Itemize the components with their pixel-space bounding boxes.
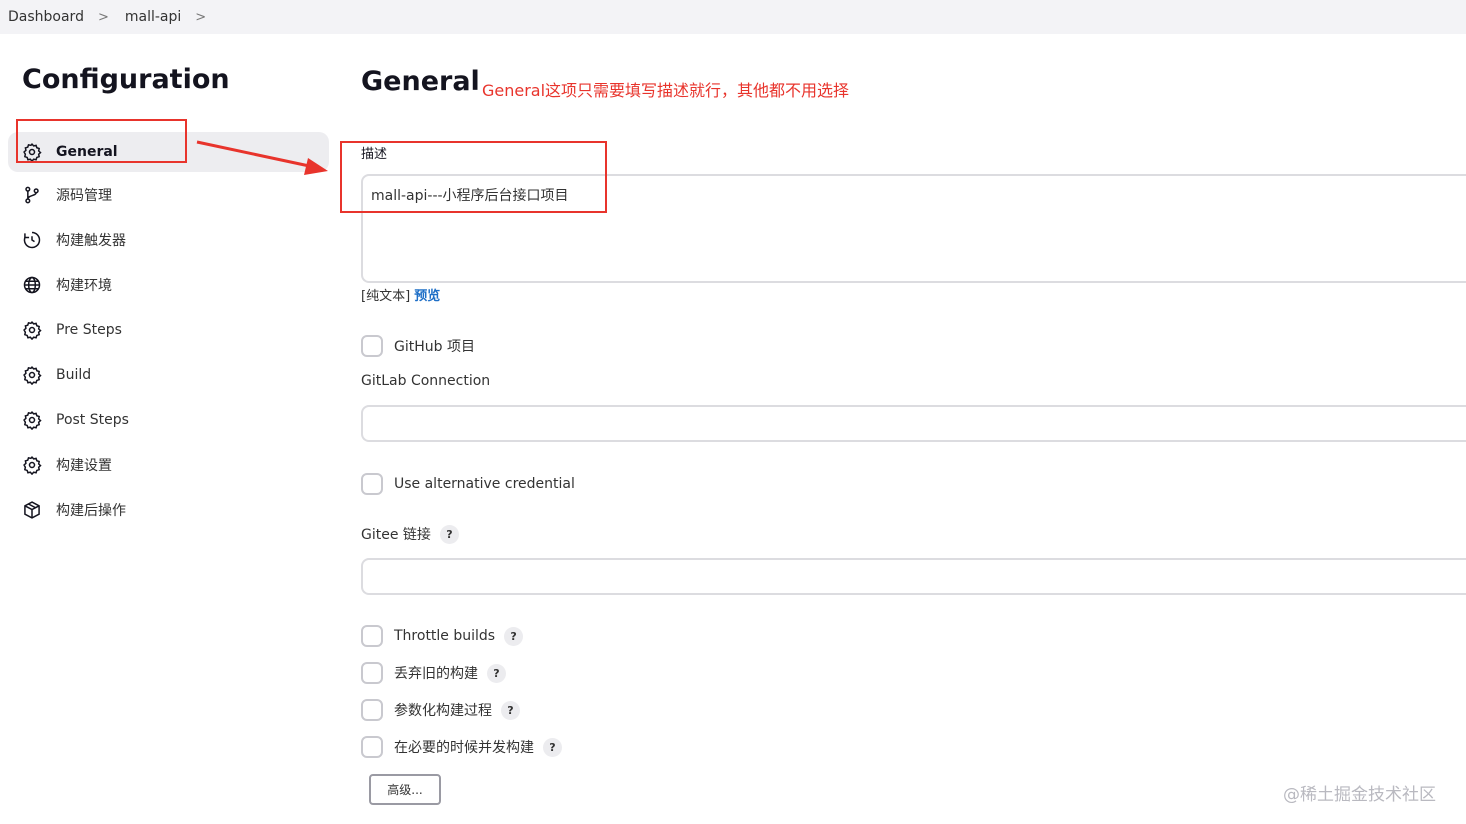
annotation-box-general xyxy=(16,119,187,163)
alt-credential-label[interactable]: Use alternative credential xyxy=(394,476,575,492)
sidebar-item-label: 构建触发器 xyxy=(56,232,126,249)
github-project-label[interactable]: GitHub 项目 xyxy=(394,336,475,356)
discard-old-builds-row: 丢弃旧的构建 ? xyxy=(361,662,506,684)
parameterized-checkbox[interactable] xyxy=(361,699,383,721)
sidebar-item-post-steps[interactable]: Post Steps xyxy=(8,397,329,442)
concurrent-builds-row: 在必要的时候并发构建 ? xyxy=(361,736,562,758)
parameterized-row: 参数化构建过程 ? xyxy=(361,699,520,721)
gitlab-connection-label: GitLab Connection xyxy=(361,373,491,389)
throttle-builds-row: Throttle builds ? xyxy=(361,625,524,647)
gitee-link-label: Gitee 链接 xyxy=(361,527,431,543)
alt-credential-row: Use alternative credential xyxy=(361,473,575,495)
sidebar-title: Configuration xyxy=(22,64,230,95)
help-icon[interactable]: ? xyxy=(487,663,506,683)
section-title-general: General xyxy=(361,66,480,97)
sidebar-item-pre-steps[interactable]: Pre Steps xyxy=(8,307,329,352)
throttle-builds-label[interactable]: Throttle builds xyxy=(394,628,495,644)
annotation-box-description xyxy=(340,141,607,213)
preview-link[interactable]: 预览 xyxy=(414,289,440,304)
sidebar-item-build-settings[interactable]: 构建设置 xyxy=(8,442,329,487)
clock-icon xyxy=(23,231,41,248)
sidebar-item-label: 构建设置 xyxy=(56,457,112,474)
help-icon[interactable]: ? xyxy=(543,737,562,757)
breadcrumb-mall-api[interactable]: mall-api xyxy=(125,9,195,25)
globe-icon xyxy=(23,276,41,293)
annotation-arrow xyxy=(196,140,328,175)
branch-icon xyxy=(25,186,39,203)
help-icon[interactable]: ? xyxy=(501,700,520,720)
breadcrumb: Dashboard > mall-api > xyxy=(0,0,1466,34)
help-icon[interactable]: ? xyxy=(439,524,459,544)
breadcrumb-dashboard[interactable]: Dashboard xyxy=(8,9,98,25)
concurrent-builds-checkbox[interactable] xyxy=(361,736,383,758)
alt-credential-checkbox[interactable] xyxy=(361,473,383,495)
annotation-note: General这项只需要填写描述就行，其他都不用选择 xyxy=(482,81,850,100)
sidebar-item-label: Build xyxy=(56,366,92,383)
plain-text-label: [纯文本] xyxy=(361,289,411,304)
sidebar-item-build-triggers[interactable]: 构建触发器 xyxy=(8,217,329,262)
concurrent-builds-label[interactable]: 在必要的时候并发构建 xyxy=(394,737,534,757)
gitee-link-input[interactable] xyxy=(361,558,1466,595)
watermark: @稀土掘金技术社区 xyxy=(1283,785,1436,805)
sidebar-nav: General 源码管理 构建触发器 构建环境 Pre Steps Build … xyxy=(8,132,329,532)
chevron-right-icon[interactable]: > xyxy=(98,10,125,25)
sidebar-item-label: 构建后操作 xyxy=(56,502,126,519)
sidebar-item-label: Post Steps xyxy=(56,411,129,428)
gear-icon xyxy=(23,365,42,385)
gear-icon xyxy=(23,410,42,430)
parameterized-label[interactable]: 参数化构建过程 xyxy=(394,700,492,720)
sidebar-item-label: Pre Steps xyxy=(56,321,122,338)
gitee-link-row: Gitee 链接 ? xyxy=(361,524,459,544)
gitlab-connection-input[interactable] xyxy=(361,405,1466,442)
throttle-builds-checkbox[interactable] xyxy=(361,625,383,647)
sidebar-item-label: 构建环境 xyxy=(56,277,112,294)
discard-old-builds-checkbox[interactable] xyxy=(361,662,383,684)
github-project-checkbox[interactable] xyxy=(361,335,383,357)
sidebar-item-label: 源码管理 xyxy=(56,187,112,204)
gear-icon xyxy=(23,320,42,340)
github-project-row: GitHub 项目 xyxy=(361,335,475,357)
advanced-button[interactable]: 高级... xyxy=(369,774,441,805)
sidebar-item-build[interactable]: Build xyxy=(8,352,329,397)
package-icon xyxy=(24,500,40,519)
description-format-row: [纯文本] 预览 xyxy=(361,285,440,304)
gear-icon xyxy=(23,455,42,475)
discard-old-builds-label[interactable]: 丢弃旧的构建 xyxy=(394,663,478,683)
chevron-right-icon[interactable]: > xyxy=(195,10,222,25)
sidebar-item-build-environment[interactable]: 构建环境 xyxy=(8,262,329,307)
sidebar-item-post-build-actions[interactable]: 构建后操作 xyxy=(8,487,329,532)
help-icon[interactable]: ? xyxy=(504,626,524,646)
